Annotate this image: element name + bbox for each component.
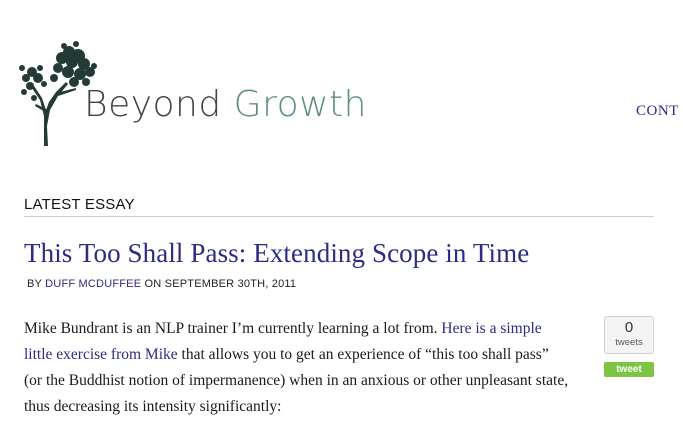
tweet-widget: 0 tweets tweet: [604, 316, 654, 377]
paragraph-text-start: Mike Bundrant is an NLP trainer I’m curr…: [24, 320, 442, 337]
nav-link-contact[interactable]: CONT: [636, 103, 679, 120]
post-date: ON SEPTEMBER 30TH, 2011: [144, 278, 297, 290]
post-byline: BY DUFF MCDUFFEE ON SEPTEMBER 30TH, 2011: [27, 278, 296, 290]
tweet-count-label: tweets: [615, 337, 643, 348]
brand-name: Beyond Growth: [84, 84, 367, 125]
brand-word-beyond: Beyond: [84, 84, 222, 125]
latest-essay-heading: LATEST ESSAY: [24, 196, 135, 213]
tweet-button[interactable]: tweet: [604, 362, 654, 377]
tweet-count: 0: [624, 319, 634, 336]
brand-word-growth: Growth: [233, 84, 367, 125]
tweet-count-box: 0 tweets: [604, 316, 654, 354]
author-link[interactable]: DUFF MCDUFFEE: [45, 278, 141, 290]
post-paragraph: Mike Bundrant is an NLP trainer I’m curr…: [24, 316, 569, 420]
byline-prefix: BY: [27, 278, 42, 290]
section-divider: [24, 216, 654, 217]
site-logo[interactable]: Beyond Growth: [14, 38, 366, 150]
post-title-link[interactable]: This Too Shall Pass: Extending Scope in …: [24, 238, 529, 269]
